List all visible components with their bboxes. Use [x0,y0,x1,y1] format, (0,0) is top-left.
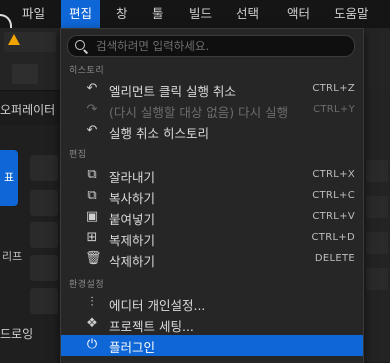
plane-shape-button[interactable] [30,155,58,181]
shortcut-label: CTRL+D [311,232,355,243]
menu-select[interactable]: 선택 [236,0,259,28]
undo-icon: ↶ [86,81,98,96]
duplicate-icon: ⊞ [86,230,98,245]
menu-item-undo[interactable]: ↶ 엘리먼트 클릭 실행 취소 CTRL+Z [61,79,363,100]
arrow-shape-button[interactable] [30,255,58,281]
menu-item-label: 실행 취소 히스토리 [109,126,209,141]
menu-item-label: 에디터 개인설정... [109,298,206,313]
search-placeholder: 검색하려면 입력하세요. [96,39,210,53]
menu-item-label: (다시 실행할 대상 없음) 다시 실행 [109,105,289,120]
right-button[interactable] [366,160,388,182]
line-shape-button[interactable] [30,288,58,314]
edit-menu-dropdown: 검색하려면 입력하세요. 히스토리 ↶ 엘리먼트 클릭 실행 취소 CTRL+Z… [60,28,364,363]
menu-item-label: 플러그인 [109,340,156,355]
side-label: 리프 [2,250,23,263]
shortcut-label: DELETE [314,253,355,264]
copy-icon: ⧉ [87,188,97,203]
sphere-shape-button[interactable] [30,190,58,216]
menu-item-label: 잘라내기 [109,170,156,185]
right-button[interactable] [366,232,388,254]
menu-item-label: 붙여넣기 [109,212,156,227]
redo-icon: ↷ [86,102,98,117]
section-settings: 환경설정 [69,280,105,290]
right-button[interactable] [366,196,388,218]
menu-item-label: 복사하기 [109,191,156,206]
cut-icon: ⧉ [87,167,97,182]
sliders-icon: ⫶ [90,295,94,310]
drawing-label: 드로잉 [0,327,34,341]
tab-operator[interactable]: 오퍼레이터 [0,98,56,122]
menu-item-label: 엘리먼트 클릭 실행 취소 [109,84,236,99]
history-icon: ↶ [86,123,98,138]
shortcut-label: CTRL+C [312,190,355,201]
menu-item-label: 프로젝트 세팅... [109,319,194,334]
menu-window[interactable]: 창 [116,0,128,28]
menu-item-plugins[interactable]: ⏻ 플러그인 [61,335,363,356]
menu-item-delete[interactable]: 🗑 삭제하기 DELETE [61,249,363,270]
menu-item-cut[interactable]: ⧉ 잘라내기 CTRL+X [61,165,363,186]
shortcut-label: CTRL+X [312,169,355,180]
menu-build[interactable]: 빌드 [189,0,212,28]
menu-item-label: 삭제하기 [109,254,156,269]
menu-tools[interactable]: 툴 [152,0,164,28]
menu-help[interactable]: 도움말 [334,0,369,28]
menu-edit[interactable]: 편집 [61,0,101,28]
toolbar-button[interactable] [12,64,38,84]
section-edit: 편집 [69,150,87,160]
project-icon: ❖ [86,316,98,331]
shortcut-label: CTRL+Y [313,104,355,115]
search-icon [75,40,85,50]
right-button[interactable] [366,268,388,290]
warning-icon [8,34,20,45]
menu-item-editor-preferences[interactable]: ⫶ 에디터 개인설정... [61,293,363,314]
paste-icon: ▣ [85,209,99,224]
right-toolbar [364,90,390,362]
trash-icon: 🗑 [85,251,102,266]
circle-shape-button[interactable] [30,222,58,248]
menu-item-undo-history[interactable]: ↶ 실행 취소 히스토리 [61,121,363,142]
menu-item-paste[interactable]: ▣ 붙여넣기 CTRL+V [61,207,363,228]
section-history: 히스토리 [69,66,105,76]
menu-search-input[interactable]: 검색하려면 입력하세요. [67,35,355,57]
menu-item-redo[interactable]: ↷ (다시 실행할 대상 없음) 다시 실행 CTRL+Y [61,100,363,121]
shortcut-label: CTRL+V [312,211,355,222]
menu-item-project-settings[interactable]: ❖ 프로젝트 세팅... [61,314,363,335]
tab-active[interactable]: 표 [0,150,18,206]
menu-item-label: 복제하기 [109,233,156,248]
shortcut-label: CTRL+Z [312,83,355,94]
plugin-icon: ⏻ [86,337,98,352]
menu-item-duplicate[interactable]: ⊞ 복제하기 CTRL+D [61,228,363,249]
menu-file[interactable]: 파일 [22,0,45,28]
menu-actor[interactable]: 액터 [287,0,310,28]
menubar: 파일 편집 창 툴 빌드 선택 액터 도움말 [0,0,390,28]
menu-item-copy[interactable]: ⧉ 복사하기 CTRL+C [61,186,363,207]
